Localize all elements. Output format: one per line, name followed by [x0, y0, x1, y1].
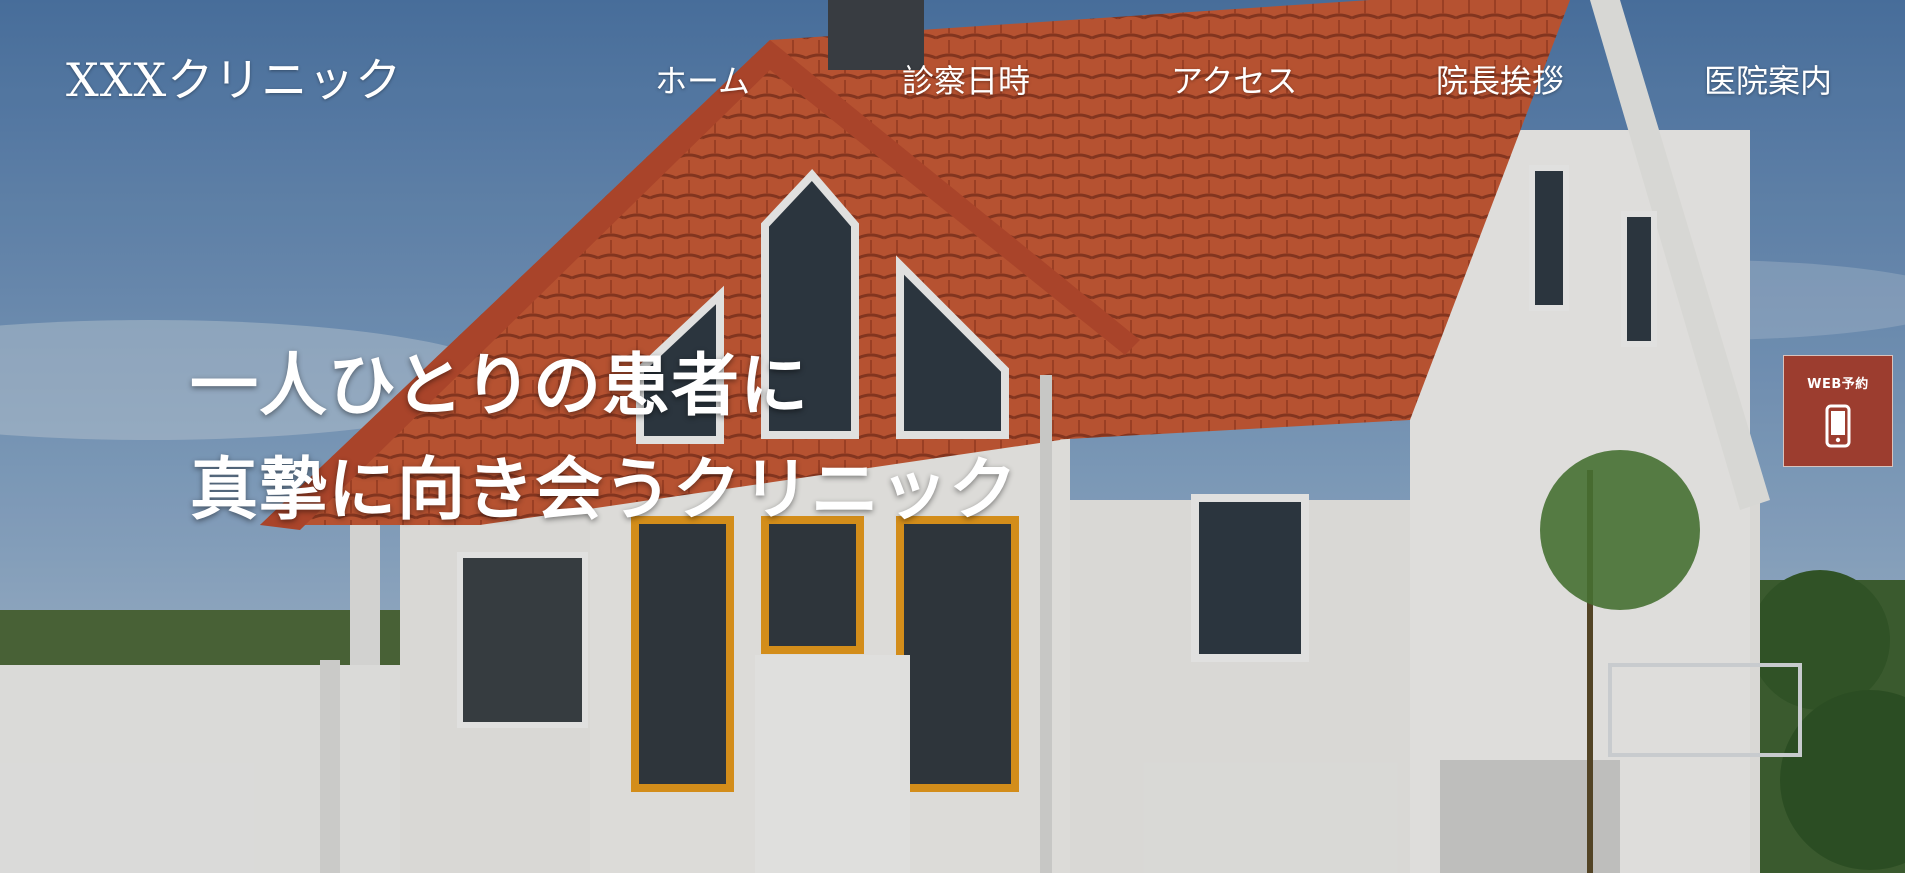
hero-section: XXXクリニック ホーム 診察日時 アクセス 院長挨拶 医院案内 一人ひとりの患… [0, 0, 1905, 873]
main-nav: ホーム 診察日時 アクセス 院長挨拶 医院案内 [0, 56, 1905, 106]
hero-headline: 一人ひとりの患者に 真摯に向き会うクリニック [190, 335, 1018, 543]
nav-item-clinic-info[interactable]: 医院案内 [1704, 56, 1832, 102]
nav-item-hours[interactable]: 診察日時 [902, 56, 1030, 102]
web-reservation-label: WEB予約 [1807, 377, 1869, 392]
hero-headline-line2: 真摯に向き会うクリニック [190, 451, 1019, 530]
smartphone-icon [1825, 404, 1851, 448]
nav-item-home[interactable]: ホーム [655, 56, 750, 102]
nav-item-greeting[interactable]: 院長挨拶 [1436, 56, 1564, 102]
hero-headline-line1: 一人ひとりの患者に [190, 347, 809, 426]
web-reservation-button[interactable]: WEB予約 [1783, 355, 1893, 467]
nav-item-access[interactable]: アクセス [1171, 56, 1297, 102]
